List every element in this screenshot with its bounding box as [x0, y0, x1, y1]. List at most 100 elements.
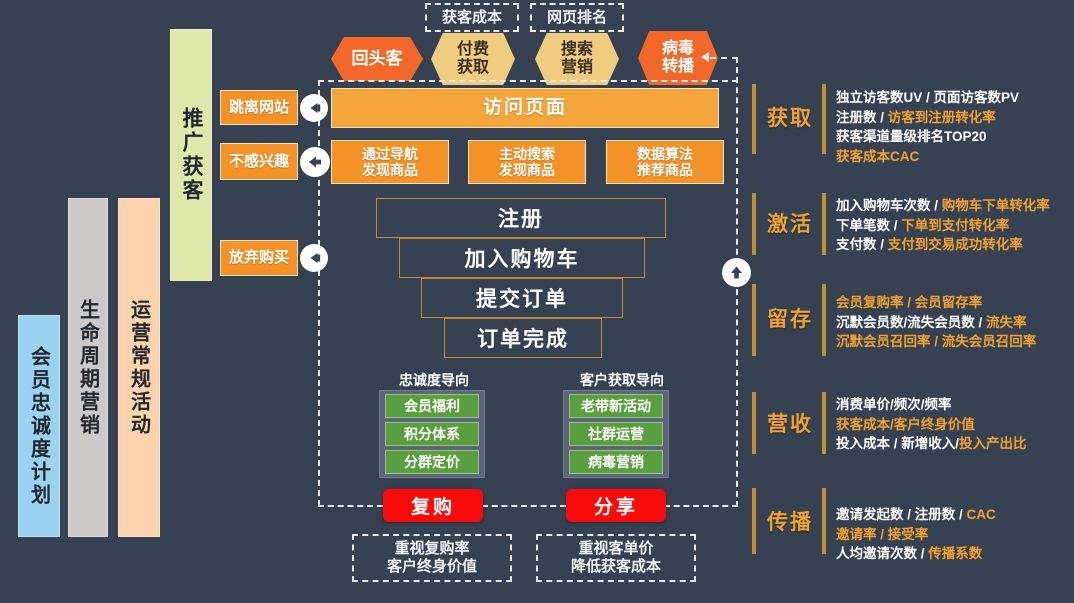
- channel-search-line1: 搜索: [560, 41, 593, 59]
- stage-label-留存[interactable]: 留存: [762, 305, 818, 331]
- metric-segment: 会员复购率 / 会员留存率: [836, 295, 983, 310]
- metric-row: 邀请发起数 / 注册数 / CAC: [836, 505, 1074, 525]
- loyalty-note-line1: 重视复购率: [394, 540, 470, 557]
- acquisition-note-line1: 重视客单价: [578, 540, 654, 557]
- acquisition-button-share[interactable]: 分享: [566, 489, 666, 522]
- stage-divider-left-传播: [752, 488, 756, 554]
- metric-segment: 流失率: [986, 314, 1027, 330]
- inner-boundary-top: [318, 80, 738, 82]
- metric-row: 投入成本 / 新增收入/投入产出比: [836, 434, 1074, 454]
- stage-metrics-传播: 邀请发起数 / 注册数 / CAC 邀请率 / 接受率人均邀请次数 / 传播系数: [836, 505, 1074, 564]
- flow-box-discover-via-search[interactable]: 主动搜索 发现商品: [468, 140, 586, 184]
- metric-row: 加入购物车次数 / 购物车下单转化率: [836, 196, 1074, 216]
- stage-metrics-激活: 加入购物车次数 / 购物车下单转化率 下单笔数 / 下单到支付转化率 支付数 / 支…: [836, 196, 1074, 255]
- group-heading-loyalty: 忠诚度导向: [399, 372, 469, 388]
- metric-segment: 下单笔数 /: [836, 217, 902, 233]
- funnel-step-register[interactable]: 注册: [376, 198, 666, 238]
- left-bar-loyalty-program: 会员忠诚度计划: [18, 315, 60, 537]
- flow-box-discover-via-navigation[interactable]: 通过导航 发现商品: [331, 140, 449, 184]
- channel-viral-line1: 病毒: [661, 40, 694, 58]
- exit-box-bounce[interactable]: 跳离网站: [220, 90, 298, 125]
- stage-divider-left-营收: [752, 392, 756, 454]
- metric-row: 获客渠道量级排名TOP20: [836, 127, 1074, 147]
- channel-search-line2: 营销: [560, 59, 593, 76]
- loyalty-item-member-benefits[interactable]: 会员福利: [385, 394, 479, 418]
- stage-metrics-留存: 会员复购率 / 会员留存率 沉默会员数/流失会员数 / 流失率 沉默会员召回率 / …: [836, 293, 1074, 352]
- loyalty-note: 重视复购率 客户终身价值: [352, 534, 512, 582]
- stage-divider-right-获取: [822, 84, 826, 154]
- discover-search-line2: 发现商品: [499, 162, 555, 178]
- channel-paid-line1: 付费: [456, 41, 489, 59]
- acquisition-note-line2: 降低获客成本: [570, 558, 661, 575]
- metric-segment: 投入产出比: [959, 436, 1027, 452]
- funnel-step-order-complete[interactable]: 订单完成: [444, 318, 602, 358]
- left-bar-lifecycle-marketing: 生命周期营销: [68, 198, 108, 537]
- stage-label-获取[interactable]: 获取: [762, 104, 818, 130]
- discover-nav-line1: 通过导航: [362, 145, 418, 162]
- loyalty-item-points-system[interactable]: 积分体系: [385, 422, 479, 446]
- loop-arrow-head-icon: [701, 52, 709, 62]
- inner-boundary-bottom-right: [664, 505, 738, 507]
- funnel-step-add-to-cart[interactable]: 加入购物车: [399, 238, 645, 278]
- stage-label-激活[interactable]: 激活: [762, 210, 818, 236]
- stage-divider-right-营收: [822, 392, 826, 454]
- metric-row: 支付数 / 支付到交易成功转化率: [836, 235, 1074, 255]
- metric-segment: 邀请率 / 接受率: [836, 526, 929, 542]
- funnel-step-submit-order[interactable]: 提交订单: [421, 278, 623, 318]
- stage-divider-right-激活: [822, 193, 826, 255]
- group-heading-acquisition: 客户获取导向: [580, 372, 664, 388]
- stage-label-营收[interactable]: 营收: [762, 410, 818, 436]
- metric-row: 独立访客数UV / 页面访客数PV: [836, 88, 1074, 108]
- discover-search-line1: 主动搜索: [499, 145, 555, 162]
- exit-box-abandon-purchase[interactable]: 放弃购买: [220, 240, 298, 276]
- metric-row: 会员复购率 / 会员留存率: [836, 293, 1074, 313]
- metric-row: 获客成本/客户终身价值: [836, 415, 1074, 435]
- channel-paid-line2: 获取: [456, 59, 489, 76]
- metric-row: 下单笔数 / 下单到支付转化率: [836, 216, 1074, 236]
- metric-row: 注册数 / 访客到注册转化率: [836, 108, 1074, 128]
- exit-arrow-abandon-icon: [300, 244, 328, 272]
- metric-segment: 独立访客数UV / 页面访客数PV: [836, 90, 1020, 105]
- metric-segment: 购物车下单转化率: [941, 198, 1050, 213]
- stage-divider-left-留存: [752, 284, 756, 356]
- loyalty-note-line2: 客户终身价值: [386, 558, 477, 575]
- metric-segment: 获客成本CAC: [836, 148, 920, 164]
- stage-divider-left-获取: [752, 84, 756, 154]
- funnel-diagram-canvas: 会员忠诚度计划 生命周期营销 运营常规活动 推广获客 获客成本 网页排名 回头客…: [0, 0, 1074, 603]
- exit-arrow-not-interested-icon: [300, 147, 330, 177]
- channel-paid-acquisition[interactable]: 付费 获取: [431, 33, 515, 85]
- metric-segment: 注册数 /: [836, 109, 888, 125]
- discover-nav-line2: 发现商品: [362, 162, 418, 178]
- inner-boundary-bottom-left: [318, 505, 383, 507]
- flow-box-visit-page[interactable]: 访问页面: [331, 88, 719, 128]
- channel-returning-customer[interactable]: 回头客: [331, 37, 423, 81]
- flow-box-algorithmic-recommendation[interactable]: 数据算法 推荐商品: [606, 140, 724, 184]
- exit-arrow-bounce-icon: [300, 94, 328, 122]
- loyalty-item-segment-pricing[interactable]: 分群定价: [385, 450, 479, 474]
- stage-divider-left-激活: [752, 193, 756, 255]
- metric-segment: 加入购物车次数 /: [836, 198, 942, 213]
- metric-segment: 沉默会员召回率 / 流失会员召回率: [836, 334, 1037, 350]
- metric-segment: 下单到支付转化率: [901, 217, 1010, 233]
- metric-segment: 沉默会员数/流失会员数 /: [836, 314, 987, 330]
- acquisition-item-viral-marketing[interactable]: 病毒营销: [569, 450, 663, 474]
- metric-row: 消费单价/频次/频率: [836, 395, 1074, 415]
- metric-segment: 投入成本 / 新增收入/: [836, 436, 960, 452]
- exit-box-not-interested[interactable]: 不感兴趣: [220, 143, 298, 180]
- metric-row: 沉默会员数/流失会员数 / 流失率: [836, 313, 1074, 333]
- stage-metrics-营收: 消费单价/频次/频率获客成本/客户终身价值 投入成本 / 新增收入/投入产出比: [836, 395, 1074, 454]
- stage-divider-right-留存: [822, 284, 826, 356]
- acquisition-item-community-operations[interactable]: 社群运营: [569, 422, 663, 446]
- metric-segment: 传播系数: [928, 546, 983, 562]
- loyalty-button-repurchase[interactable]: 复购: [383, 489, 483, 522]
- metric-segment: 支付数 /: [836, 237, 888, 253]
- metric-row: 人均邀请次数 / 传播系数: [836, 544, 1074, 564]
- channel-search-marketing[interactable]: 搜索 营销: [535, 33, 619, 85]
- discover-algo-line2: 推荐商品: [637, 162, 693, 178]
- acquisition-item-referral-campaign[interactable]: 老带新活动: [569, 394, 663, 418]
- metric-segment: 消费单价/频次/频率: [836, 397, 952, 412]
- stage-label-传播[interactable]: 传播: [762, 508, 818, 534]
- loop-up-arrow-icon: [722, 258, 751, 287]
- inner-boundary-left: [318, 80, 320, 506]
- left-bar-routine-operations: 运营常规活动: [118, 198, 160, 537]
